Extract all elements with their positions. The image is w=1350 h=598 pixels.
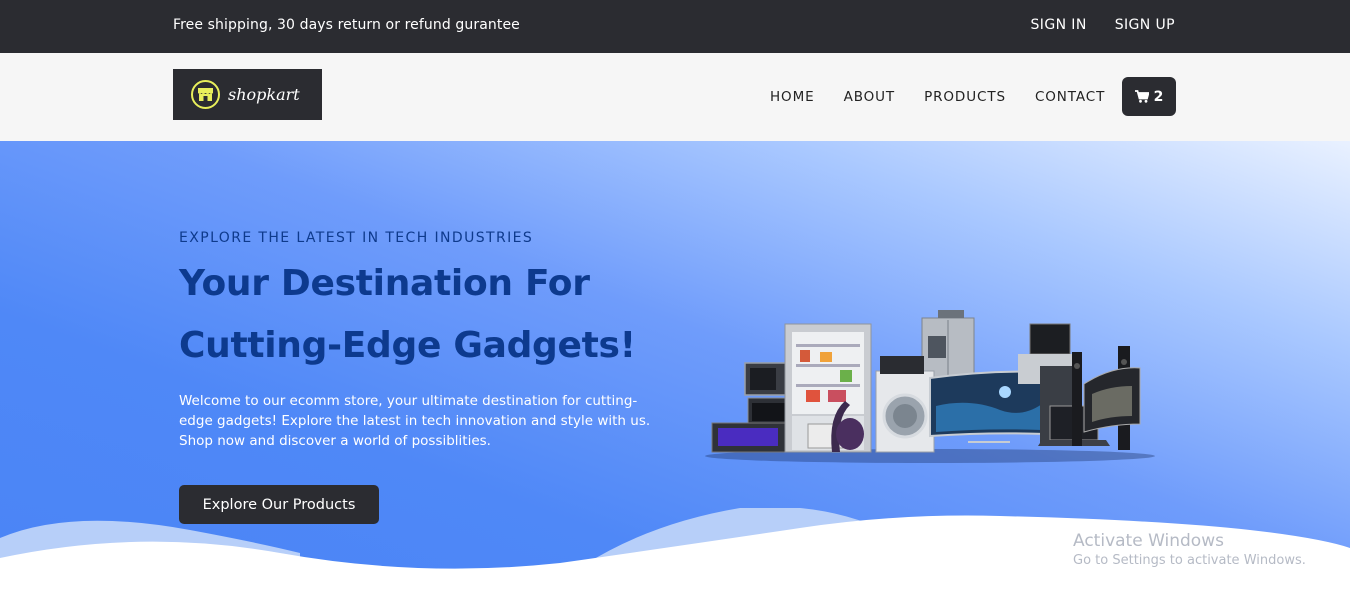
auth-links: SIGN IN SIGN UP: [1031, 17, 1175, 33]
nav-products[interactable]: PRODUCTS: [924, 89, 1006, 105]
nav-contact[interactable]: CONTACT: [1035, 89, 1105, 105]
hero-kicker: EXPLORE THE LATEST IN TECH INDUSTRIES: [179, 230, 534, 246]
hero-description: Welcome to our ecomm store, your ultimat…: [179, 393, 651, 449]
site-header: shopkart HOME ABOUT PRODUCTS CONTACT 2: [0, 53, 1350, 141]
shopping-cart-icon: [1134, 90, 1149, 103]
nav-home[interactable]: HOME: [770, 89, 815, 105]
main-nav: HOME ABOUT PRODUCTS CONTACT: [770, 89, 1105, 105]
windows-activation-watermark: Activate Windows Go to Settings to activ…: [1073, 531, 1306, 568]
watermark-subtitle: Go to Settings to activate Windows.: [1073, 553, 1306, 568]
gadgets-image: [705, 310, 1155, 463]
logo-text: shopkart: [228, 85, 300, 104]
hero-section: EXPLORE THE LATEST IN TECH INDUSTRIES Yo…: [0, 141, 1350, 598]
hero-headline: Your Destination For Cutting-Edge Gadget…: [179, 253, 699, 377]
shipping-notice: Free shipping, 30 days return or refund …: [173, 17, 520, 33]
watermark-title: Activate Windows: [1073, 531, 1224, 551]
logo[interactable]: shopkart: [173, 69, 322, 120]
store-icon: [191, 80, 220, 109]
sign-in-link[interactable]: SIGN IN: [1031, 17, 1087, 33]
nav-about[interactable]: ABOUT: [844, 89, 896, 105]
cart-button[interactable]: 2: [1122, 77, 1176, 116]
hero-headline-line2: Cutting-Edge Gadgets!: [179, 325, 636, 366]
announcement-bar: Free shipping, 30 days return or refund …: [0, 0, 1350, 53]
hero-headline-line1: Your Destination For: [179, 263, 590, 304]
cart-count: 2: [1153, 88, 1164, 105]
sign-up-link[interactable]: SIGN UP: [1115, 17, 1175, 33]
